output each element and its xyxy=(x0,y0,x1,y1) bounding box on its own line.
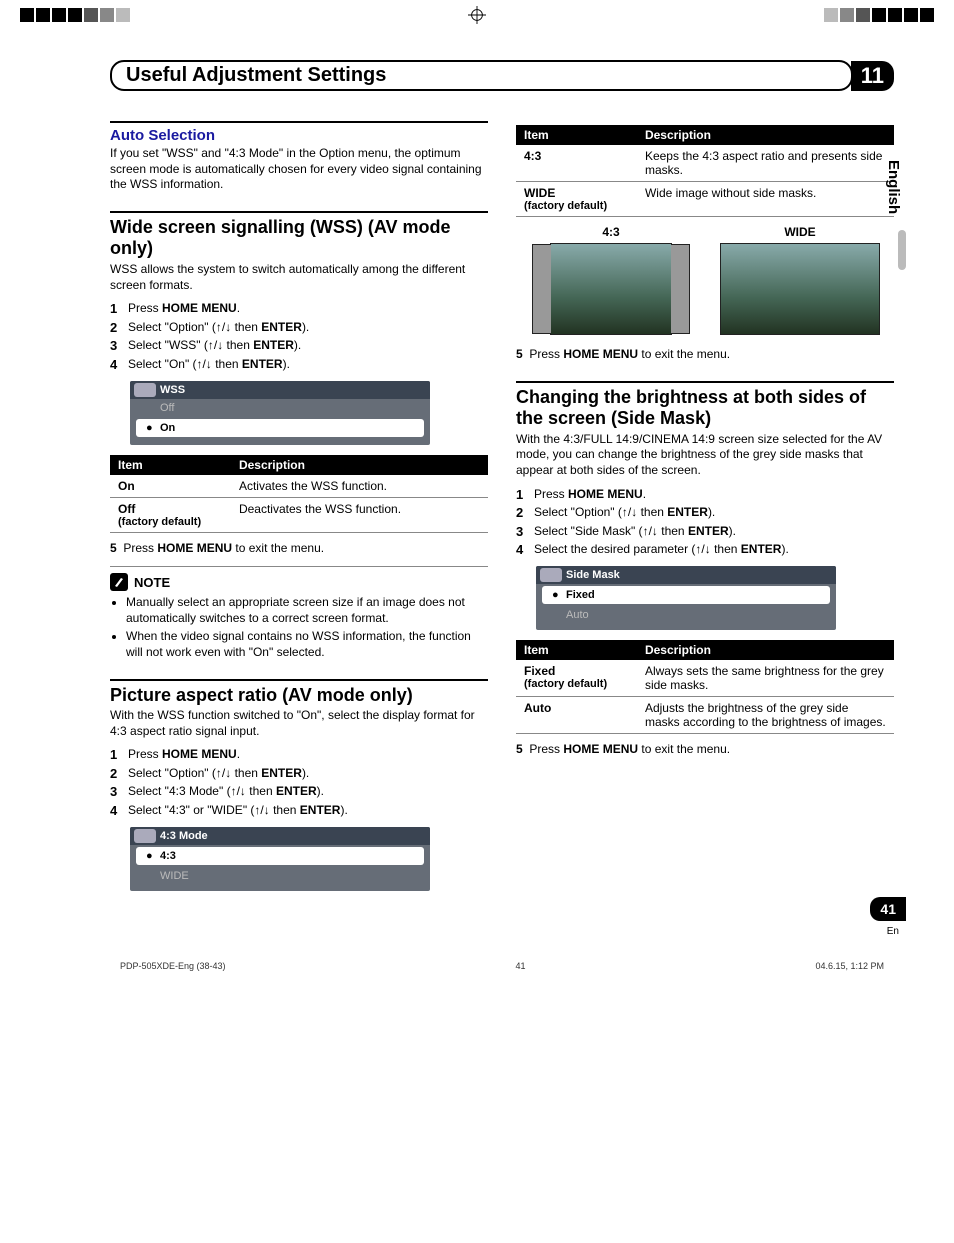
note-header: NOTE xyxy=(110,566,488,591)
sidemask-step5: 5 Press HOME MENU to exit the menu. xyxy=(516,742,894,758)
step: Select "Option" (↑/↓ then ENTER). xyxy=(110,320,488,336)
wss-body: WSS allows the system to switch automati… xyxy=(110,262,488,293)
menu-item-selected: Fixed xyxy=(542,586,830,604)
aspect-table: ItemDescription 4:3Keeps the 4:3 aspect … xyxy=(516,125,894,217)
step: Select "Side Mask" (↑/↓ then ENTER). xyxy=(516,524,894,540)
step: Select the desired parameter (↑/↓ then E… xyxy=(516,542,894,558)
menu-icon xyxy=(540,568,562,582)
menu-icon xyxy=(134,829,156,843)
menu-item: Off xyxy=(130,399,430,417)
caption-wide: WIDE xyxy=(720,225,880,239)
step: Select "WSS" (↑/↓ then ENTER). xyxy=(110,338,488,354)
chapter-title: Useful Adjustment Settings xyxy=(110,60,853,91)
step: Select "Option" (↑/↓ then ENTER). xyxy=(110,766,488,782)
table-row: AutoAdjusts the brightness of the grey s… xyxy=(516,696,894,733)
step: Press HOME MENU. xyxy=(516,487,894,503)
chapter-number-badge: 11 xyxy=(851,61,894,91)
step: Select "Option" (↑/↓ then ENTER). xyxy=(516,505,894,521)
list-item: When the video signal contains no WSS in… xyxy=(126,629,488,660)
chapter-header: Useful Adjustment Settings 11 xyxy=(110,60,894,91)
sidemask-steps: Press HOME MENU. Select "Option" (↑/↓ th… xyxy=(516,487,894,558)
menu-item-selected: On xyxy=(136,419,424,437)
table-row: Off(factory default)Deactivates the WSS … xyxy=(110,497,488,532)
sidemask-table: ItemDescription Fixed(factory default)Al… xyxy=(516,640,894,734)
step: Press HOME MENU. xyxy=(110,301,488,317)
footer: PDP-505XDE-Eng (38-43) 41 04.6.15, 1:12 … xyxy=(110,961,894,971)
list-item: Manually select an appropriate screen si… xyxy=(126,595,488,626)
menu-item-selected: 4:3 xyxy=(136,847,424,865)
aspect-examples: 4:3 WIDE xyxy=(516,225,894,335)
example-image-wide xyxy=(720,243,880,335)
page-number-badge: 41 xyxy=(870,897,906,921)
table-row: Fixed(factory default)Always sets the sa… xyxy=(516,660,894,697)
wss-steps: Press HOME MENU. Select "Option" (↑/↓ th… xyxy=(110,301,488,372)
step: Select "On" (↑/↓ then ENTER). xyxy=(110,357,488,373)
table-row: WIDE(factory default)Wide image without … xyxy=(516,182,894,217)
footer-mid: 41 xyxy=(516,961,526,971)
thumb-index-stub xyxy=(898,230,906,270)
wss-heading: Wide screen signalling (WSS) (AV mode on… xyxy=(110,211,488,260)
language-tab: English xyxy=(885,160,902,214)
table-row: OnActivates the WSS function. xyxy=(110,475,488,498)
aspect-menu-panel: 4:3 Mode 4:3 WIDE xyxy=(130,827,430,891)
auto-selection-heading: Auto Selection xyxy=(110,121,488,144)
wss-table: ItemDescription OnActivates the WSS func… xyxy=(110,455,488,533)
sidemask-heading: Changing the brightness at both sides of… xyxy=(516,381,894,430)
caption-43: 4:3 xyxy=(530,225,692,239)
auto-selection-body: If you set "WSS" and "4:3 Mode" in the O… xyxy=(110,146,488,193)
table-row: 4:3Keeps the 4:3 aspect ratio and presen… xyxy=(516,145,894,182)
aspect-body: With the WSS function switched to "On", … xyxy=(110,708,488,739)
menu-item: WIDE xyxy=(130,867,430,885)
menu-icon xyxy=(134,383,156,397)
example-image-43 xyxy=(550,243,672,335)
aspect-steps: Press HOME MENU. Select "Option" (↑/↓ th… xyxy=(110,747,488,818)
sidemask-menu-panel: Side Mask Fixed Auto xyxy=(536,566,836,630)
step: Press HOME MENU. xyxy=(110,747,488,763)
step: Select "4:3 Mode" (↑/↓ then ENTER). xyxy=(110,784,488,800)
menu-item: Auto xyxy=(536,606,836,624)
note-icon xyxy=(110,573,128,591)
step: Select "4:3" or "WIDE" (↑/↓ then ENTER). xyxy=(110,803,488,819)
aspect-step5: 5 Press HOME MENU to exit the menu. xyxy=(516,347,894,363)
wss-notes: Manually select an appropriate screen si… xyxy=(110,595,488,660)
page-lang: En xyxy=(887,926,899,937)
sidemask-body: With the 4:3/FULL 14:9/CINEMA 14:9 scree… xyxy=(516,432,894,479)
wss-step5: 5 Press HOME MENU to exit the menu. xyxy=(110,541,488,557)
footer-left: PDP-505XDE-Eng (38-43) xyxy=(120,961,226,971)
wss-menu-panel: WSS Off On xyxy=(130,381,430,445)
aspect-heading: Picture aspect ratio (AV mode only) xyxy=(110,679,488,707)
footer-right: 04.6.15, 1:12 PM xyxy=(815,961,884,971)
